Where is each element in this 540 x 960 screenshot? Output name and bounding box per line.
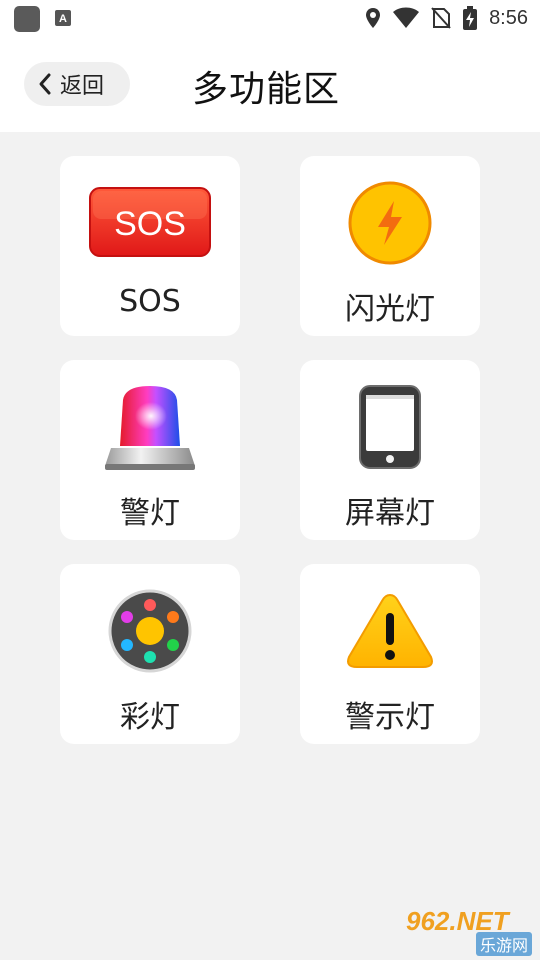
screen-light-card[interactable]: 屏幕灯	[300, 360, 480, 540]
location-icon	[366, 8, 381, 28]
siren-icon	[60, 382, 240, 472]
chevron-left-icon	[39, 73, 51, 95]
screen-light-label: 屏幕灯	[345, 496, 435, 531]
sos-icon-text: SOS	[114, 205, 186, 243]
site-watermark: 962.NET 乐游网	[400, 906, 534, 956]
app-header: 返回 多功能区	[0, 36, 540, 132]
svg-text:A: A	[59, 13, 67, 25]
keyboard-notification-icon: A	[54, 9, 72, 27]
battery-charging-icon	[463, 6, 478, 30]
police-light-card[interactable]: 警灯	[60, 360, 240, 540]
no-sim-icon	[431, 7, 451, 29]
sos-card[interactable]: SOS SOS	[60, 156, 240, 336]
color-light-card[interactable]: 彩灯	[60, 564, 240, 744]
color-light-icon	[60, 586, 240, 676]
flashlight-card[interactable]: 闪光灯	[300, 156, 480, 336]
wifi-icon	[393, 7, 420, 28]
watermark-site-name: 乐游网	[475, 932, 532, 956]
phone-icon	[300, 382, 480, 472]
app-notification-icon	[14, 6, 40, 32]
warning-light-card[interactable]: 警示灯	[300, 564, 480, 744]
status-bar: A 8:56	[0, 0, 540, 36]
back-button-label: 返回	[60, 74, 105, 99]
warning-light-label: 警示灯	[345, 700, 435, 735]
warning-icon	[300, 586, 480, 676]
sos-icon: SOS	[60, 178, 240, 268]
status-icons: 8:56	[365, 4, 528, 32]
back-button[interactable]: 返回	[24, 62, 130, 106]
page-title: 多功能区	[192, 69, 341, 110]
sos-label: SOS	[119, 284, 181, 319]
color-light-label: 彩灯	[120, 700, 180, 735]
flashlight-label: 闪光灯	[345, 292, 435, 327]
police-light-label: 警灯	[120, 496, 180, 531]
clock-time: 8:56	[489, 6, 528, 29]
lightning-icon	[300, 178, 480, 268]
